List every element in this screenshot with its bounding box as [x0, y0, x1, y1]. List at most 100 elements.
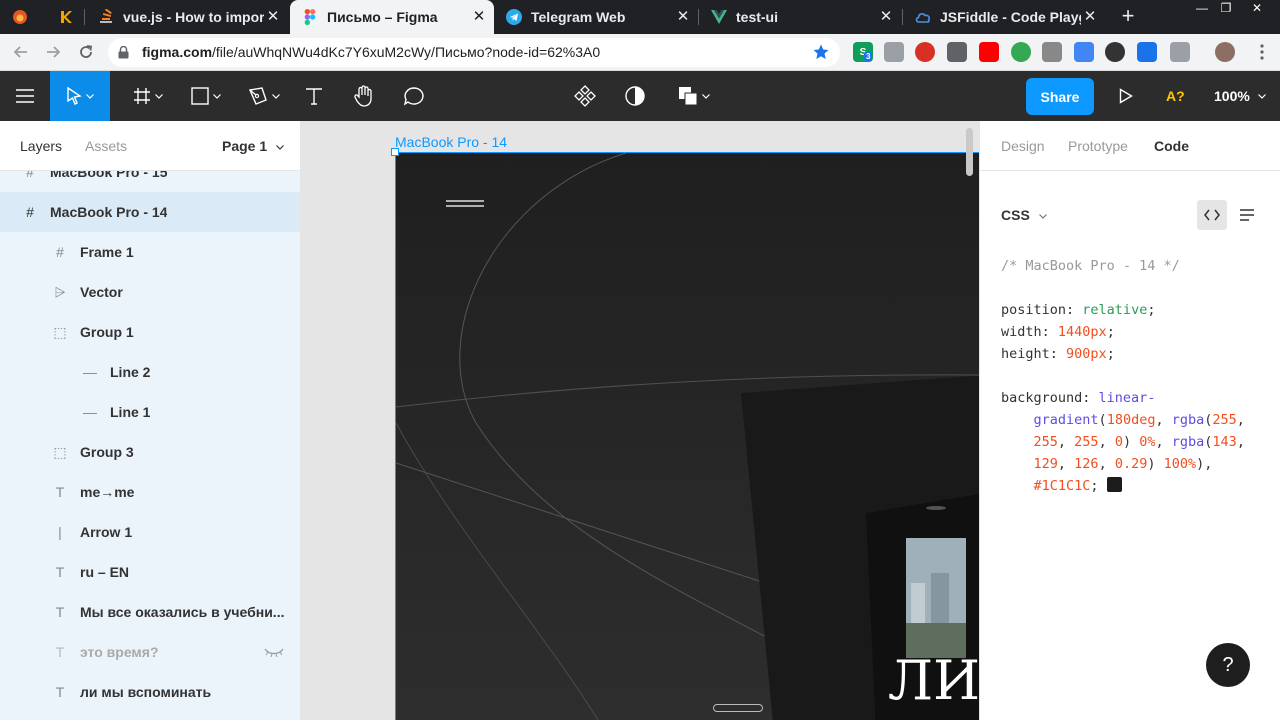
comment-tool-button[interactable]: [394, 71, 434, 121]
cursor-icon: [67, 87, 82, 105]
missing-fonts-button[interactable]: A?: [1166, 71, 1185, 121]
code-value: rgba: [1171, 412, 1205, 428]
tab-close-icon[interactable]: ✕: [877, 8, 895, 26]
layer-item[interactable]: | Arrow 1: [0, 512, 300, 552]
reload-button[interactable]: [74, 40, 98, 64]
back-button[interactable]: [9, 40, 33, 64]
layer-label: Vector: [80, 284, 123, 300]
tab-pinned-2[interactable]: [46, 0, 84, 34]
extension-password-icon[interactable]: [1137, 42, 1157, 62]
extension-vpn-icon[interactable]: [1042, 42, 1062, 62]
code-value: relative: [1082, 302, 1148, 318]
help-button[interactable]: ?: [1206, 643, 1250, 687]
new-tab-button[interactable]: +: [1116, 5, 1140, 29]
tab-assets[interactable]: Assets: [85, 138, 127, 154]
zoom-menu[interactable]: 100%: [1214, 71, 1266, 121]
share-button[interactable]: Share: [1026, 78, 1094, 115]
extension-trash-icon[interactable]: [947, 42, 967, 62]
code-value: 0: [1114, 434, 1123, 450]
tab-close-icon[interactable]: ✕: [674, 8, 692, 26]
restore-button[interactable]: ❐: [1214, 0, 1238, 16]
boolean-button[interactable]: [670, 71, 718, 121]
layer-item[interactable]: ⩥ Vector: [0, 272, 300, 312]
css-code-block[interactable]: /* MacBook Pro - 14 */ position: relativ…: [1001, 255, 1245, 497]
main-menu-button[interactable]: [0, 71, 50, 121]
tab-test-ui[interactable]: test-ui ✕: [699, 0, 901, 34]
hidden-eye-icon[interactable]: [264, 644, 284, 660]
layer-item[interactable]: T me→me: [0, 472, 300, 512]
layer-item[interactable]: T Мы все оказались в учебни...: [0, 592, 300, 632]
list-view-button[interactable]: [1232, 200, 1262, 230]
layer-item[interactable]: # Frame 1: [0, 232, 300, 272]
hand-tool-button[interactable]: [344, 71, 384, 121]
code-value: 126: [1074, 456, 1099, 472]
extension-grammarly-icon[interactable]: [1011, 42, 1031, 62]
chevron-down-icon: [1257, 93, 1266, 99]
layer-item[interactable]: # MacBook Pro - 14: [0, 192, 300, 232]
design-canvas[interactable]: MacBook Pro - 14 ЛИ: [300, 121, 979, 720]
code-view-button[interactable]: [1197, 200, 1227, 230]
layer-item[interactable]: T ru – EN: [0, 552, 300, 592]
tab-design[interactable]: Design: [1001, 138, 1045, 154]
horizontal-scrollbar[interactable]: [713, 704, 763, 712]
tab-figma[interactable]: Письмо – Figma ✕: [290, 0, 494, 34]
code-brackets-icon: [1204, 209, 1220, 221]
browser-menu-button[interactable]: [1250, 40, 1274, 64]
tab-prototype[interactable]: Prototype: [1068, 138, 1128, 154]
tab-close-icon[interactable]: ✕: [470, 8, 488, 26]
selected-frame[interactable]: ЛИ: [395, 152, 979, 720]
text-tool-icon: [306, 88, 322, 105]
tab-stackoverflow[interactable]: vue.js - How to impor ✕: [86, 0, 288, 34]
profile-avatar[interactable]: [1215, 42, 1235, 62]
layer-item[interactable]: ⬚ Group 1: [0, 312, 300, 352]
tab-jsfiddle[interactable]: JSFiddle - Code Playg ✕: [903, 0, 1105, 34]
shape-tool-button[interactable]: [178, 71, 234, 121]
tab-pinned-1[interactable]: [0, 0, 46, 34]
language-selector[interactable]: CSS: [1001, 207, 1047, 223]
comment-icon: [403, 87, 424, 106]
window-close-button[interactable]: ✕: [1245, 0, 1269, 16]
back-arrow-icon: [13, 46, 27, 58]
bookmark-star-icon[interactable]: [812, 43, 830, 66]
layer-item[interactable]: T это время?: [0, 632, 300, 672]
lock-icon[interactable]: [118, 45, 129, 64]
play-icon: [1119, 88, 1133, 104]
tab-title: JSFiddle - Code Playg: [940, 9, 1081, 25]
pen-tool-button[interactable]: [236, 71, 292, 121]
extension-adblock-icon[interactable]: [915, 42, 935, 62]
address-bar[interactable]: figma.com/file/auWhqNWu4dKc7Y6xuM2cWy/Пи…: [108, 38, 840, 67]
resize-handle[interactable]: [391, 148, 399, 156]
extension-youtube-icon[interactable]: [979, 42, 999, 62]
tab-close-icon[interactable]: ✕: [1081, 8, 1099, 26]
mask-button[interactable]: [616, 71, 654, 121]
move-tool-button[interactable]: [50, 71, 110, 121]
layer-item[interactable]: T ли мы вспоминать: [0, 672, 300, 712]
layer-item[interactable]: ⬚ Group 3: [0, 432, 300, 472]
vertical-scrollbar[interactable]: [966, 128, 973, 176]
frame-label[interactable]: MacBook Pro - 14: [395, 134, 507, 150]
present-button[interactable]: [1110, 71, 1142, 121]
components-button[interactable]: [566, 71, 604, 121]
extension-sheets-icon[interactable]: S3: [853, 42, 873, 62]
code-value: 0.29: [1114, 456, 1148, 472]
color-swatch[interactable]: [1106, 477, 1122, 492]
tab-layers[interactable]: Layers: [20, 138, 62, 154]
chevron-down-icon: [1038, 213, 1047, 219]
extension-download-icon[interactable]: [1105, 42, 1125, 62]
forward-button[interactable]: [41, 40, 65, 64]
frame-tool-button[interactable]: [120, 71, 176, 121]
tab-telegram[interactable]: Telegram Web ✕: [494, 0, 698, 34]
minimize-button[interactable]: —: [1190, 0, 1214, 16]
page-selector[interactable]: Page 1: [222, 138, 284, 154]
layer-item[interactable]: — Line 1: [0, 392, 300, 432]
tab-code[interactable]: Code: [1154, 138, 1189, 154]
boolean-icon: [679, 87, 698, 106]
layer-label: ru – EN: [80, 564, 130, 580]
text-tool-button[interactable]: [294, 71, 334, 121]
tab-close-icon[interactable]: ✕: [264, 8, 282, 26]
extension-camera-icon[interactable]: [884, 42, 904, 62]
extension-translate-icon[interactable]: [1074, 42, 1094, 62]
extension-puzzle-icon[interactable]: [1170, 42, 1190, 62]
text-icon: T: [55, 644, 65, 660]
layer-item[interactable]: — Line 2: [0, 352, 300, 392]
